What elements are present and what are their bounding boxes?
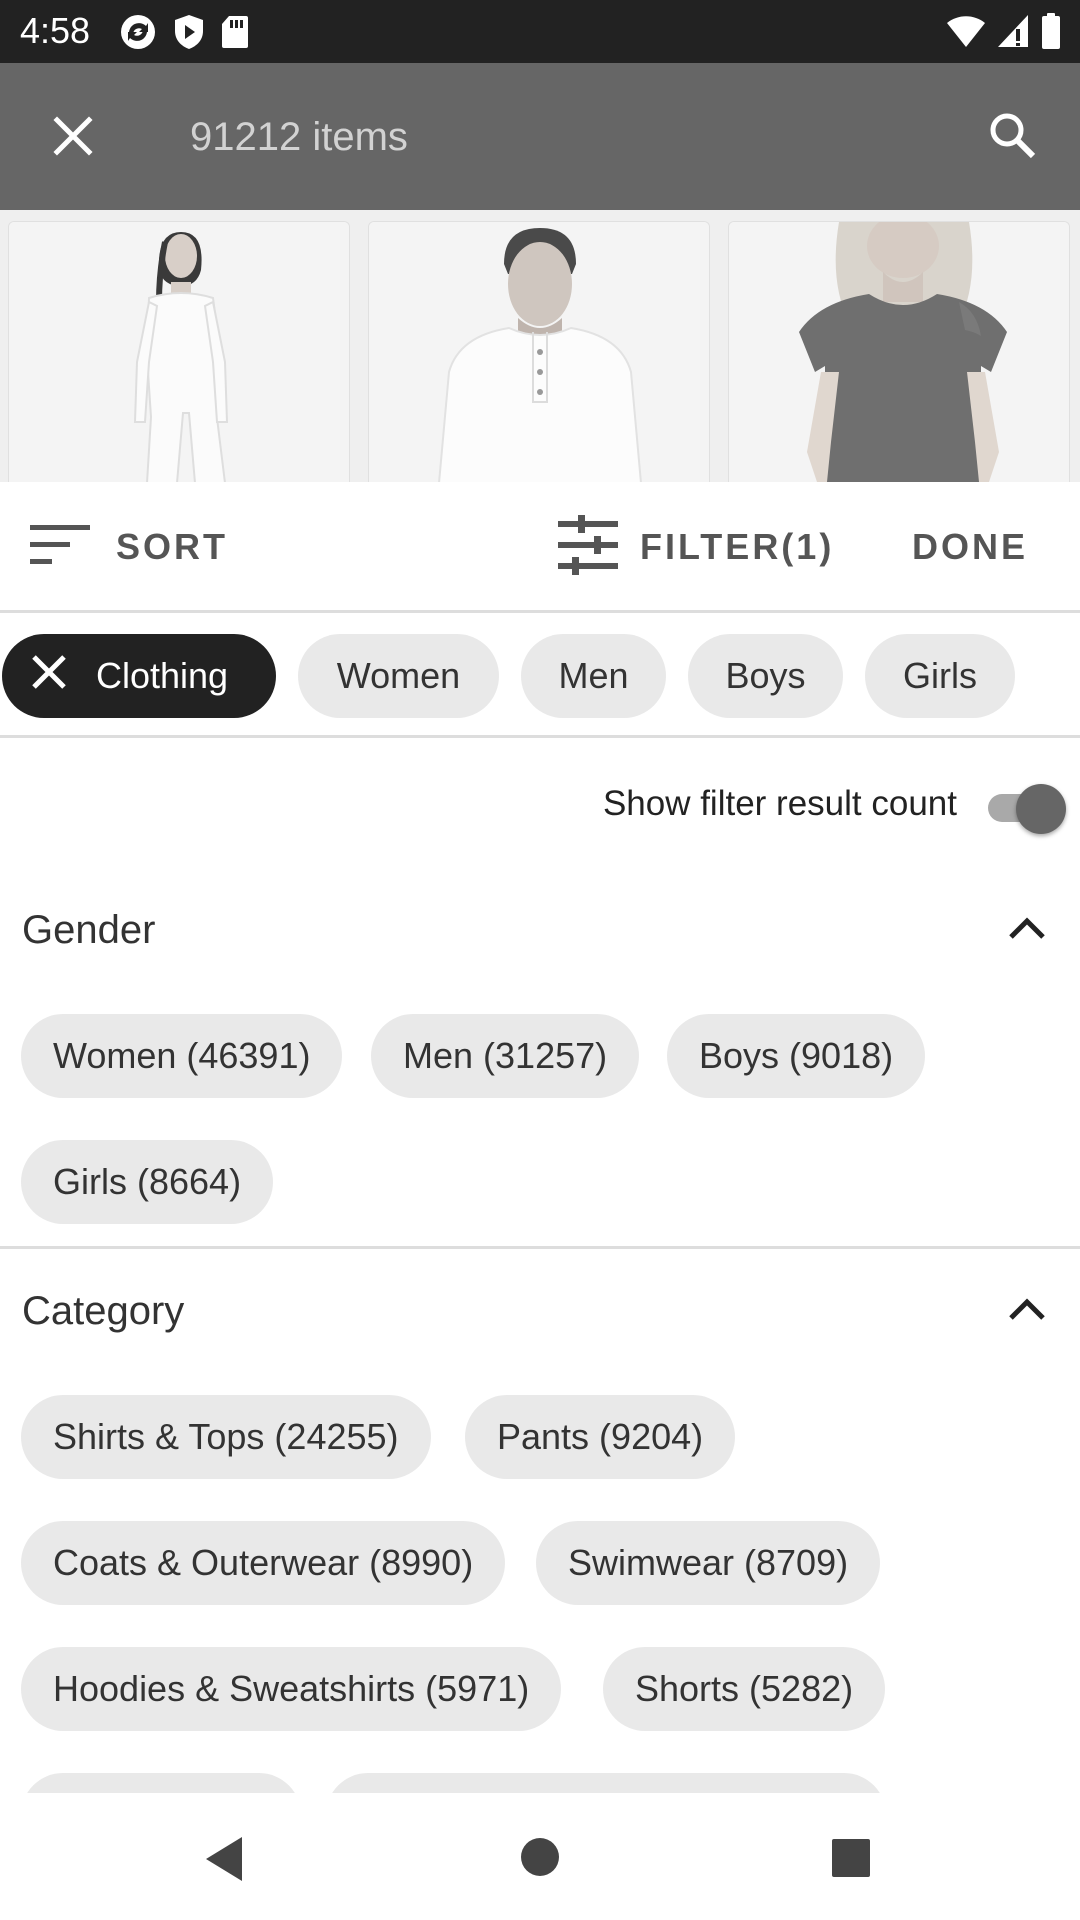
option-label: Boys (9018) bbox=[699, 1035, 894, 1076]
product-card[interactable] bbox=[8, 221, 350, 482]
option-chip-coats-outerwear[interactable]: Coats & Outerwear (8990) bbox=[21, 1521, 506, 1605]
filter-label: FILTER(1) bbox=[640, 526, 835, 567]
option-chip-swimwear[interactable]: Swimwear (8709) bbox=[536, 1521, 881, 1605]
chip-boys[interactable]: Boys bbox=[688, 634, 843, 718]
category-section-title[interactable]: Category bbox=[22, 1289, 184, 1334]
sort-icon bbox=[28, 523, 92, 572]
tune-icon bbox=[556, 513, 620, 582]
product-image-women-tee bbox=[729, 222, 1069, 482]
option-label: Shirts & Tops (24255) bbox=[53, 1416, 399, 1457]
option-label: Men (31257) bbox=[403, 1035, 608, 1076]
option-label: Shorts (5282) bbox=[635, 1668, 854, 1709]
chip-label: Clothing bbox=[96, 655, 229, 696]
applied-filter-chips: Clothing Women Men Boys Girls bbox=[0, 616, 1080, 738]
done-label: DONE bbox=[912, 526, 1029, 567]
chevron-up-icon bbox=[1007, 1296, 1047, 1327]
option-chip-boys[interactable]: Boys (9018) bbox=[667, 1014, 926, 1098]
sort-button[interactable]: SORT bbox=[28, 512, 228, 582]
scroll-content[interactable]: 91212 items SORT FILTER(1) DONE Clothing… bbox=[0, 0, 1080, 1793]
close-button[interactable] bbox=[38, 103, 108, 173]
product-image-women-bodysuit bbox=[9, 222, 349, 482]
product-card[interactable] bbox=[728, 221, 1070, 482]
filter-count-toggle-row: Show filter result count bbox=[0, 760, 1080, 850]
chip-girls[interactable]: Girls bbox=[865, 634, 1015, 718]
sort-filter-bar: SORT FILTER(1) DONE bbox=[0, 482, 1080, 613]
product-card[interactable] bbox=[368, 221, 710, 482]
section-divider bbox=[0, 1246, 1080, 1249]
option-chip-girls[interactable]: Girls (8664) bbox=[21, 1140, 274, 1224]
sort-label: SORT bbox=[116, 526, 229, 567]
system-nav-bar bbox=[0, 1793, 1080, 1920]
toggle-label: Show filter result count bbox=[602, 784, 957, 823]
option-label: Girls (8664) bbox=[53, 1161, 242, 1202]
collapse-gender-button[interactable] bbox=[1000, 903, 1054, 957]
chip-label: Men bbox=[558, 655, 629, 696]
app-bar: 91212 items bbox=[0, 63, 1080, 210]
option-chip-shirts-tops[interactable]: Shirts & Tops (24255) bbox=[21, 1395, 431, 1479]
option-chip-shorts[interactable]: Shorts (5282) bbox=[603, 1647, 886, 1731]
chip-label: Women bbox=[336, 655, 461, 696]
back-icon[interactable] bbox=[202, 1835, 246, 1888]
option-label: Coats & Outerwear (8990) bbox=[53, 1542, 474, 1583]
chevron-up-icon bbox=[1007, 915, 1047, 946]
chip-men[interactable]: Men bbox=[521, 634, 666, 718]
search-icon bbox=[987, 110, 1037, 165]
option-chip-men[interactable]: Men (31257) bbox=[371, 1014, 640, 1098]
toggle-thumb bbox=[1016, 784, 1066, 834]
product-strip[interactable] bbox=[0, 210, 1080, 482]
option-label: Pants (9204) bbox=[497, 1416, 704, 1457]
option-chip-partial[interactable] bbox=[21, 1773, 301, 1793]
chip-women[interactable]: Women bbox=[298, 634, 499, 718]
recents-icon[interactable] bbox=[831, 1838, 871, 1883]
close-icon bbox=[53, 115, 93, 161]
option-chip-women[interactable]: Women (46391) bbox=[21, 1014, 343, 1098]
option-label: Swimwear (8709) bbox=[568, 1542, 849, 1583]
product-image-men-henley bbox=[369, 222, 709, 482]
gender-section-title[interactable]: Gender bbox=[22, 908, 155, 953]
chip-label: Girls bbox=[903, 655, 977, 696]
option-chip-hoodies-sweatshirts[interactable]: Hoodies & Sweatshirts (5971) bbox=[21, 1647, 562, 1731]
option-label: Hoodies & Sweatshirts (5971) bbox=[53, 1668, 530, 1709]
collapse-category-button[interactable] bbox=[1000, 1284, 1054, 1338]
option-label: Women (46391) bbox=[53, 1035, 311, 1076]
filter-count-toggle[interactable] bbox=[988, 784, 1068, 834]
option-chip-pants[interactable]: Pants (9204) bbox=[465, 1395, 736, 1479]
search-button[interactable] bbox=[974, 99, 1050, 175]
chip-clothing-selected[interactable]: Clothing bbox=[2, 634, 276, 718]
remove-chip-icon[interactable] bbox=[30, 653, 68, 700]
items-count: 91212 items bbox=[190, 115, 408, 159]
filter-button[interactable]: FILTER(1) bbox=[556, 512, 834, 582]
home-icon[interactable] bbox=[520, 1837, 560, 1882]
option-chip-partial[interactable] bbox=[326, 1773, 886, 1793]
done-button[interactable]: DONE bbox=[912, 512, 1028, 582]
chip-label: Boys bbox=[725, 655, 806, 696]
